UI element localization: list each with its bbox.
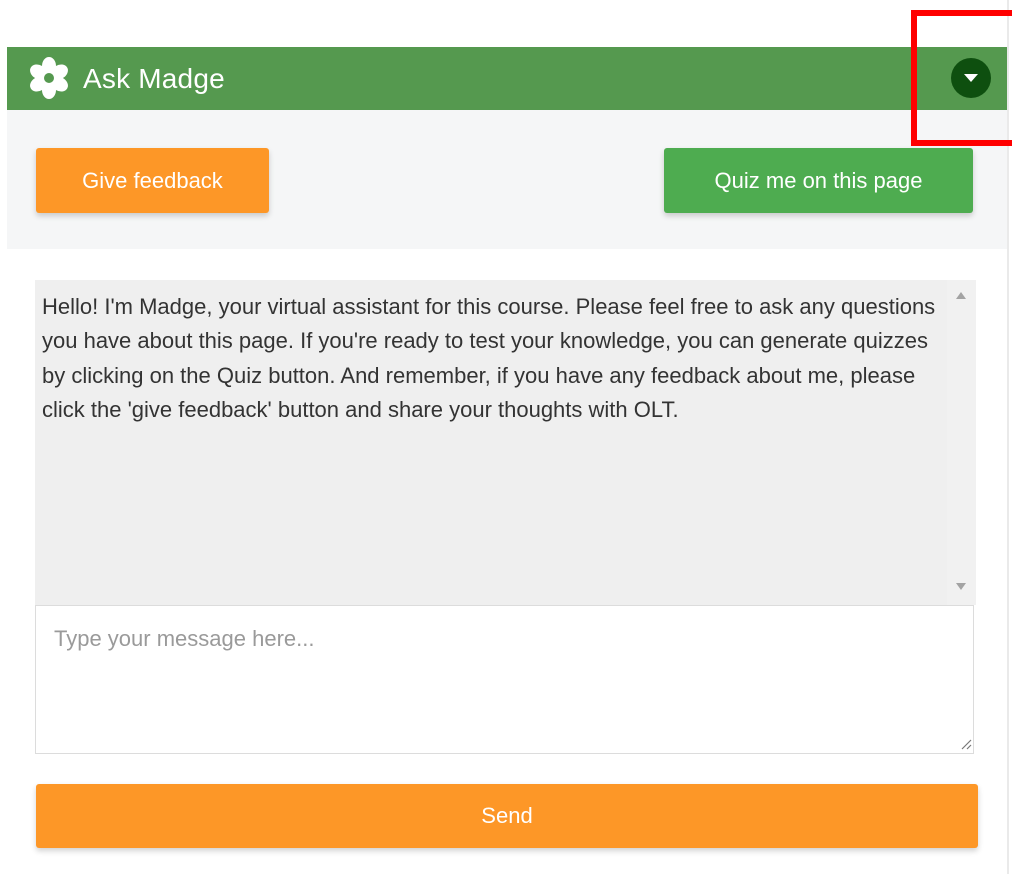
chat-widget: Ask Madge Give feedback Quiz me on this … xyxy=(7,47,1007,874)
give-feedback-button[interactable]: Give feedback xyxy=(36,148,269,213)
message-input[interactable] xyxy=(35,605,974,754)
resize-handle-icon[interactable] xyxy=(960,738,972,750)
scroll-up-arrow-icon[interactable] xyxy=(956,292,966,299)
highlight-box xyxy=(911,10,1012,146)
chat-toolbar: Give feedback Quiz me on this page xyxy=(7,110,1007,249)
assistant-message: Hello! I'm Madge, your virtual assistant… xyxy=(42,294,936,423)
chat-header: Ask Madge xyxy=(7,47,1007,110)
chat-title: Ask Madge xyxy=(83,63,225,94)
send-button[interactable]: Send xyxy=(36,784,978,848)
scroll-down-arrow-icon[interactable] xyxy=(956,583,966,590)
chat-log-scrollbar[interactable] xyxy=(947,280,976,605)
quiz-button[interactable]: Quiz me on this page xyxy=(664,148,973,213)
chat-log: Hello! I'm Madge, your virtual assistant… xyxy=(35,280,947,605)
flower-icon xyxy=(30,57,68,99)
